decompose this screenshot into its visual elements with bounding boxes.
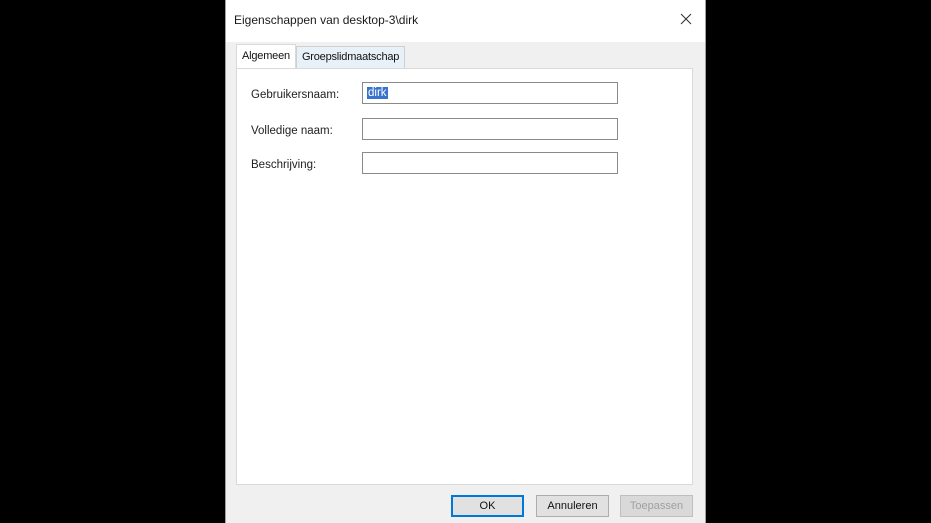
- username-field[interactable]: dirk: [362, 82, 618, 104]
- description-label: Beschrijving:: [251, 159, 317, 171]
- ok-button[interactable]: OK: [451, 495, 524, 517]
- properties-dialog: Eigenschappen van desktop-3\dirk Algemee…: [225, 0, 706, 523]
- fullname-field[interactable]: [362, 118, 618, 140]
- fullname-label: Volledige naam:: [251, 125, 333, 137]
- title-bar[interactable]: Eigenschappen van desktop-3\dirk: [226, 0, 705, 42]
- username-label: Gebruikersnaam:: [251, 89, 340, 101]
- tab-algemeen[interactable]: Algemeen: [236, 44, 296, 68]
- apply-button[interactable]: Toepassen: [620, 495, 693, 517]
- cancel-button[interactable]: Annuleren: [536, 495, 609, 517]
- username-value: dirk: [367, 87, 388, 99]
- tab-groepslidmaatschap[interactable]: Groepslidmaatschap: [295, 46, 406, 68]
- tab-panel-general: Gebruikersnaam: dirk Volledige naam: Bes…: [236, 68, 693, 485]
- description-field[interactable]: [362, 152, 618, 174]
- tab-strip: Algemeen Groepslidmaatschap: [236, 44, 406, 68]
- window-title: Eigenschappen van desktop-3\dirk: [234, 13, 419, 27]
- close-icon[interactable]: [677, 10, 695, 28]
